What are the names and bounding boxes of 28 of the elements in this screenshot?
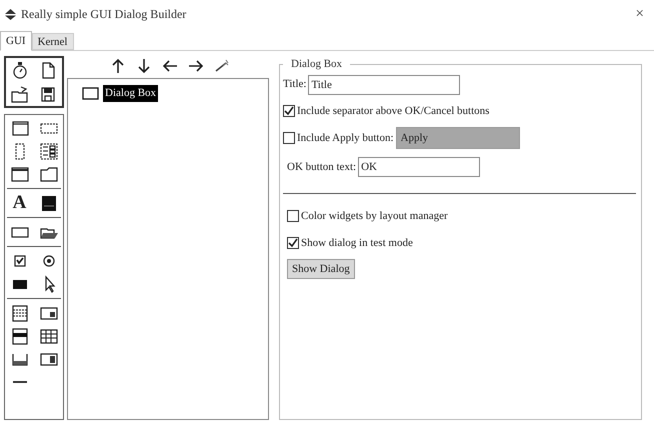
- field-label: OK button text:: [287, 160, 356, 175]
- open-folder-icon[interactable]: [10, 85, 30, 103]
- input-field[interactable]: OK: [358, 157, 480, 177]
- window-icon[interactable]: [82, 86, 99, 100]
- close-button[interactable]: ×: [630, 6, 650, 22]
- checkbox-label: Show dialog in test mode: [301, 236, 413, 250]
- folder-tab-icon[interactable]: [10, 165, 30, 183]
- tab[interactable]: Kernel: [32, 33, 74, 50]
- checkbox[interactable]: [283, 104, 295, 117]
- menu-list-icon[interactable]: [10, 327, 30, 345]
- window-title: Really simple GUI Dialog Builder: [21, 6, 186, 23]
- input-field[interactable]: Title: [308, 74, 460, 94]
- panel-title: Dialog Box: [290, 57, 344, 72]
- checkbox-label: Color widgets by layout manager: [301, 209, 448, 224]
- folder-icon[interactable]: [38, 165, 58, 183]
- tab[interactable]: GUI: [0, 31, 32, 51]
- list-icon[interactable]: [10, 304, 30, 322]
- window-icon[interactable]: [10, 119, 30, 137]
- tree-item[interactable]: Dialog Box: [103, 85, 158, 102]
- field-label: Title:: [283, 77, 306, 92]
- form-layout-icon[interactable]: [38, 142, 58, 160]
- checkbox[interactable]: [287, 236, 299, 249]
- checkbox[interactable]: [287, 210, 299, 222]
- grid-icon[interactable]: [38, 327, 58, 345]
- checkbox-label: Include separator above OK/Cancel buttons: [297, 104, 490, 118]
- checkbox-label: Include Apply button:: [297, 130, 394, 146]
- app-icon: [4, 8, 17, 20]
- show-dialog-button[interactable]: Show Dialog: [287, 259, 355, 279]
